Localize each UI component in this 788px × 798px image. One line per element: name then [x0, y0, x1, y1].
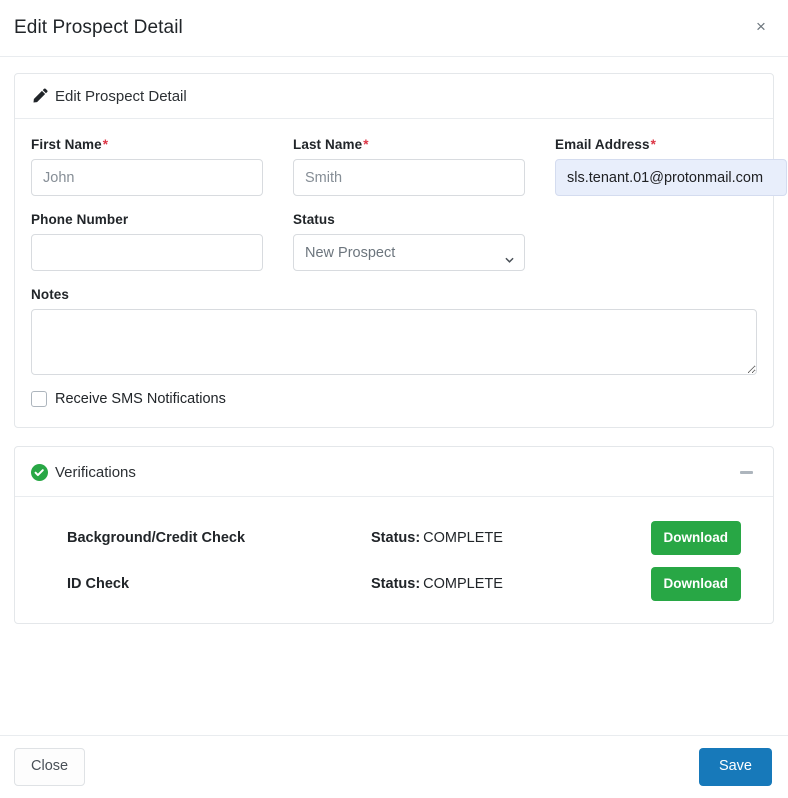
- email-group: Email Address*: [555, 137, 787, 196]
- edit-prospect-modal: Edit Prospect Detail × Edit Prospect Det…: [0, 0, 788, 798]
- verification-name: Background/Credit Check: [67, 530, 246, 547]
- status-value: COMPLETE: [423, 576, 503, 593]
- verifications-card: Verifications Background/Credit Check St…: [14, 446, 774, 625]
- last-name-label-text: Last Name: [293, 137, 363, 152]
- first-name-input[interactable]: [31, 159, 263, 196]
- pencil-icon: [31, 88, 48, 105]
- notes-label: Notes: [31, 287, 70, 302]
- required-indicator: *: [102, 137, 109, 152]
- first-name-label: First Name*: [31, 137, 263, 152]
- table-row: Background/Credit Check Status: COMPLETE …: [31, 521, 758, 556]
- save-button[interactable]: Save: [698, 748, 772, 786]
- first-name-label-text: First Name: [31, 137, 102, 152]
- modal-footer: Close Save: [0, 735, 788, 798]
- modal-header: Edit Prospect Detail ×: [0, 0, 788, 57]
- phone-number-group: Phone Number: [31, 212, 263, 271]
- status-key: Status:: [371, 576, 421, 593]
- last-name-label: Last Name*: [293, 137, 525, 152]
- download-button[interactable]: Download: [650, 521, 741, 556]
- detail-card-title: Edit Prospect Detail: [55, 88, 187, 105]
- phone-number-input[interactable]: [31, 234, 263, 271]
- email-label: Email Address*: [555, 137, 787, 152]
- verification-name: ID Check: [67, 576, 130, 593]
- email-field[interactable]: [555, 159, 787, 196]
- first-name-group: First Name*: [31, 137, 263, 196]
- name-email-row: First Name* Last Name* Email Address*: [31, 137, 787, 212]
- download-button[interactable]: Download: [650, 567, 741, 602]
- status-group: Status New Prospect: [293, 212, 525, 271]
- required-indicator: *: [650, 137, 656, 152]
- status-select[interactable]: New Prospect: [293, 234, 525, 271]
- minus-icon[interactable]: [735, 461, 757, 483]
- detail-card-body: First Name* Last Name* Email Address*: [15, 119, 787, 427]
- verifications-list: Background/Credit Check Status: COMPLETE …: [15, 497, 773, 623]
- sms-notifications-checkbox[interactable]: [31, 391, 47, 407]
- verification-action: Download: [650, 567, 758, 602]
- status-key: Status:: [371, 530, 421, 547]
- modal-body: Edit Prospect Detail First Name* Last Na…: [0, 57, 788, 735]
- close-button[interactable]: Close: [14, 748, 86, 786]
- status-badge: Status: COMPLETE: [371, 530, 651, 546]
- close-icon[interactable]: ×: [748, 13, 774, 39]
- required-indicator: *: [363, 137, 369, 152]
- status-badge: Status: COMPLETE: [371, 576, 651, 592]
- phone-status-row: Phone Number Status New Prospect: [31, 212, 757, 287]
- status-value: COMPLETE: [423, 530, 503, 547]
- status-label: Status: [293, 212, 335, 227]
- edit-prospect-detail-card: Edit Prospect Detail First Name* Last Na…: [14, 73, 787, 428]
- check-circle-icon: [31, 463, 48, 481]
- last-name-input[interactable]: [293, 159, 525, 196]
- minus-icon-bar: [739, 470, 753, 474]
- email-label-text: Email Address: [555, 137, 650, 152]
- notes-group: Notes: [31, 287, 757, 375]
- notes-textarea[interactable]: [31, 309, 757, 375]
- verifications-card-title: Verifications: [55, 463, 136, 481]
- sms-notifications-label[interactable]: Receive SMS Notifications: [55, 391, 226, 407]
- verification-action: Download: [650, 521, 758, 556]
- table-row: ID Check Status: COMPLETE Download: [31, 567, 758, 602]
- verifications-card-header: Verifications: [15, 447, 773, 497]
- page-title: Edit Prospect Detail: [14, 17, 183, 38]
- detail-card-header: Edit Prospect Detail: [15, 74, 773, 119]
- last-name-group: Last Name*: [293, 137, 525, 196]
- sms-notifications-row: Receive SMS Notifications: [31, 391, 757, 407]
- status-select-wrapper: New Prospect: [293, 234, 525, 271]
- phone-number-label: Phone Number: [31, 212, 129, 227]
